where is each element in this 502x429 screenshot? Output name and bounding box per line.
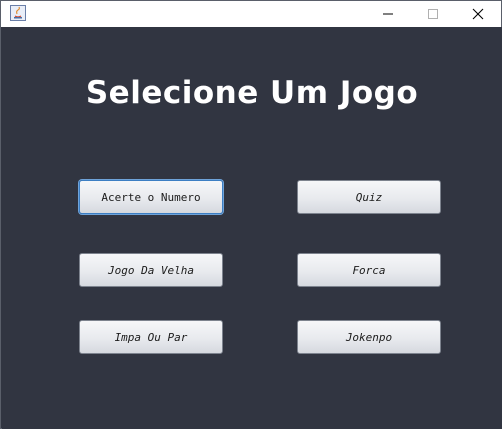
page-title: Selecione Um Jogo <box>85 75 419 111</box>
quiz-button[interactable]: Quiz <box>297 180 441 214</box>
maximize-icon <box>427 8 439 20</box>
maximize-button[interactable] <box>410 1 455 27</box>
impa-ou-par-button[interactable]: Impa Ou Par <box>79 320 223 354</box>
forca-button[interactable]: Forca <box>297 253 441 287</box>
menu-panel: Selecione Um Jogo Acerte o Numero Quiz J… <box>2 27 502 429</box>
close-icon <box>472 8 484 20</box>
app-window: Selecione Um Jogo Acerte o Numero Quiz J… <box>0 0 502 429</box>
java-app-icon <box>10 5 26 21</box>
jogo-da-velha-button[interactable]: Jogo Da Velha <box>79 253 223 287</box>
minimize-button[interactable] <box>365 1 410 27</box>
minimize-icon <box>382 8 394 20</box>
acerte-o-numero-button[interactable]: Acerte o Numero <box>79 180 223 214</box>
jokenpo-button[interactable]: Jokenpo <box>297 320 441 354</box>
close-button[interactable] <box>455 1 500 27</box>
title-bar[interactable] <box>1 1 501 27</box>
